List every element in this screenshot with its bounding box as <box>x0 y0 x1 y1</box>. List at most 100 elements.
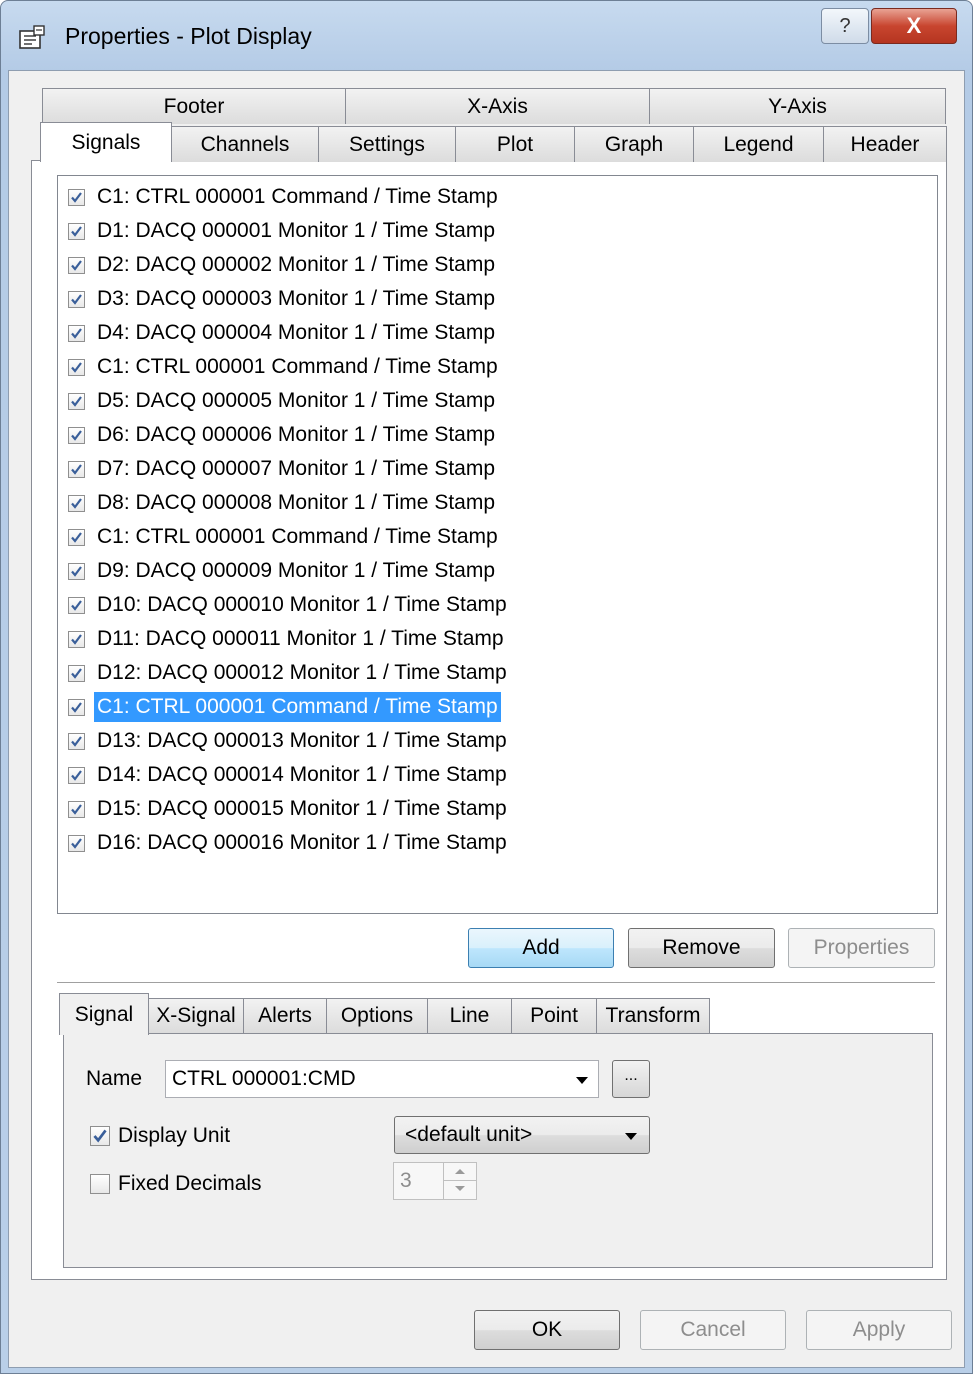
list-item-label: C1: CTRL 000001 Command / Time Stamp <box>97 185 498 208</box>
list-item[interactable]: D1: DACQ 000001 Monitor 1 / Time Stamp <box>68 215 498 247</box>
checkbox-checked-icon[interactable] <box>68 494 85 512</box>
spinner-buttons <box>443 1163 476 1199</box>
list-item[interactable]: D10: DACQ 000010 Monitor 1 / Time Stamp <box>68 589 510 621</box>
checkbox-checked-icon[interactable] <box>68 528 85 546</box>
checkbox-checked-icon[interactable] <box>68 188 85 206</box>
signal-list[interactable]: C1: CTRL 000001 Command / Time Stamp D1: … <box>57 175 938 914</box>
cancel-button[interactable]: Cancel <box>640 1310 786 1350</box>
list-item-label: D3: DACQ 000003 Monitor 1 / Time Stamp <box>97 287 496 310</box>
separator <box>57 982 935 984</box>
list-item[interactable]: D14: DACQ 000014 Monitor 1 / Time Stamp <box>68 759 510 791</box>
apply-button-label: Apply <box>852 1318 906 1341</box>
list-item[interactable]: C1: CTRL 000001 Command / Time Stamp <box>68 181 501 213</box>
checkbox-checked-icon[interactable] <box>68 834 85 852</box>
display-unit-label: Display Unit <box>118 1124 231 1147</box>
checkbox-checked-icon[interactable] <box>68 290 85 308</box>
tab-x-axis[interactable]: X-Axis <box>345 88 650 124</box>
subtab-alerts[interactable]: Alerts <box>243 998 327 1033</box>
list-item[interactable]: D8: DACQ 000008 Monitor 1 / Time Stamp <box>68 487 498 519</box>
subtab-options[interactable]: Options <box>326 998 428 1033</box>
checkbox-checked-icon[interactable] <box>68 324 85 342</box>
checkbox-checked-icon[interactable] <box>68 800 85 818</box>
properties-button[interactable]: Properties <box>788 928 935 968</box>
subtab-signal[interactable]: Signal <box>59 993 149 1035</box>
list-item[interactable]: D3: DACQ 000003 Monitor 1 / Time Stamp <box>68 283 498 315</box>
tab-label: Footer <box>163 94 225 118</box>
list-item[interactable]: C1: CTRL 000001 Command / Time Stamp <box>68 351 501 383</box>
subtab-point[interactable]: Point <box>511 998 597 1033</box>
add-button-label: Add <box>522 936 560 959</box>
remove-button[interactable]: Remove <box>628 928 775 968</box>
list-item[interactable]: D9: DACQ 000009 Monitor 1 / Time Stamp <box>68 555 498 587</box>
list-item-label: D14: DACQ 000014 Monitor 1 / Time Stamp <box>97 763 507 786</box>
tab-legend[interactable]: Legend <box>693 126 824 162</box>
checkbox-checked-icon[interactable] <box>68 766 85 784</box>
checkbox-checked-icon[interactable] <box>68 426 85 444</box>
tab-plot[interactable]: Plot <box>455 126 575 162</box>
checkbox-checked-icon[interactable] <box>68 222 85 240</box>
tab-label: Graph <box>604 132 664 156</box>
list-item-label: D12: DACQ 000012 Monitor 1 / Time Stamp <box>97 661 507 684</box>
remove-button-label: Remove <box>662 936 741 959</box>
unit-dropdown[interactable]: <default unit> <box>394 1116 650 1154</box>
list-item[interactable]: D13: DACQ 000013 Monitor 1 / Time Stamp <box>68 725 510 757</box>
checkbox-checked-icon[interactable] <box>68 664 85 682</box>
tab-channels[interactable]: Channels <box>171 126 319 162</box>
list-item[interactable]: D5: DACQ 000005 Monitor 1 / Time Stamp <box>68 385 498 417</box>
checkbox-checked-icon[interactable] <box>68 460 85 478</box>
apply-button[interactable]: Apply <box>806 1310 952 1350</box>
tab-signals[interactable]: Signals <box>40 122 172 162</box>
tab-settings[interactable]: Settings <box>318 126 456 162</box>
tab-label: Y-Axis <box>768 94 827 118</box>
list-item[interactable]: D11: DACQ 000011 Monitor 1 / Time Stamp <box>68 623 507 655</box>
list-item[interactable]: D15: DACQ 000015 Monitor 1 / Time Stamp <box>68 793 510 825</box>
list-item-label: C1: CTRL 000001 Command / Time Stamp <box>97 355 498 378</box>
list-item[interactable]: C1: CTRL 000001 Command / Time Stamp <box>68 521 501 553</box>
tab-label: Plot <box>496 132 534 156</box>
fixed-decimals-checkbox[interactable]: Fixed Decimals <box>90 1172 262 1196</box>
list-item-label: D5: DACQ 000005 Monitor 1 / Time Stamp <box>97 389 496 412</box>
spin-up-button[interactable] <box>444 1163 476 1181</box>
tab-label: Settings <box>349 132 425 156</box>
checkbox-checked-icon[interactable] <box>68 630 85 648</box>
tab-y-axis[interactable]: Y-Axis <box>649 88 946 124</box>
list-item-label: D10: DACQ 000010 Monitor 1 / Time Stamp <box>97 593 507 616</box>
checkbox-checked-icon[interactable] <box>68 732 85 750</box>
decimals-value: 3 <box>400 1169 412 1192</box>
checkbox-checked-icon[interactable] <box>68 256 85 274</box>
list-item[interactable]: D2: DACQ 000002 Monitor 1 / Time Stamp <box>68 249 498 281</box>
checkbox-checked-icon[interactable] <box>68 698 85 716</box>
list-item[interactable]: D12: DACQ 000012 Monitor 1 / Time Stamp <box>68 657 510 689</box>
tab-header[interactable]: Header <box>823 126 947 162</box>
tab-label: Signals <box>71 130 141 154</box>
list-item[interactable]: D16: DACQ 000016 Monitor 1 / Time Stamp <box>68 827 510 859</box>
browse-button[interactable]: ... <box>612 1060 650 1098</box>
list-item[interactable]: C1: CTRL 000001 Command / Time Stamp <box>68 691 501 723</box>
list-item[interactable]: D4: DACQ 000004 Monitor 1 / Time Stamp <box>68 317 498 349</box>
decimals-spinner[interactable]: 3 <box>393 1162 477 1200</box>
tab-graph[interactable]: Graph <box>574 126 694 162</box>
help-icon: ? <box>839 14 851 37</box>
list-item[interactable]: D7: DACQ 000007 Monitor 1 / Time Stamp <box>68 453 498 485</box>
title-bar[interactable]: Properties - Plot Display ? X <box>1 1 972 71</box>
checkbox-checked-icon[interactable] <box>68 596 85 614</box>
display-unit-checkbox[interactable]: Display Unit <box>90 1124 230 1148</box>
spin-down-button[interactable] <box>444 1181 476 1198</box>
ok-button[interactable]: OK <box>474 1310 620 1350</box>
checkbox-checked-icon[interactable] <box>68 392 85 410</box>
checkbox-checked-icon[interactable] <box>68 562 85 580</box>
close-button[interactable]: X <box>871 8 957 44</box>
list-item-label: D2: DACQ 000002 Monitor 1 / Time Stamp <box>97 253 496 276</box>
help-button[interactable]: ? <box>821 8 869 44</box>
chevron-down-icon <box>455 1186 465 1191</box>
subtab-line[interactable]: Line <box>427 998 512 1033</box>
tab-footer[interactable]: Footer <box>42 88 346 124</box>
subtab-x-signal[interactable]: X-Signal <box>148 998 244 1033</box>
list-item[interactable]: D6: DACQ 000006 Monitor 1 / Time Stamp <box>68 419 498 451</box>
checkbox-checked-icon <box>90 1126 110 1146</box>
checkbox-checked-icon[interactable] <box>68 358 85 376</box>
name-combo[interactable]: CTRL 000001:CMD <box>165 1060 599 1098</box>
properties-icon <box>19 25 45 49</box>
add-button[interactable]: Add <box>468 928 614 968</box>
subtab-transform[interactable]: Transform <box>596 998 710 1033</box>
